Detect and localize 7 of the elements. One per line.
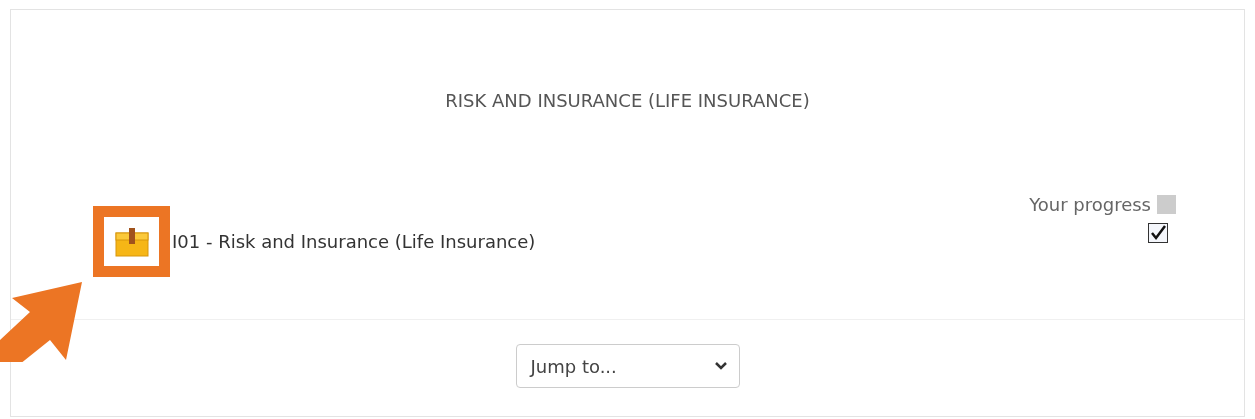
progress-label: Your progress xyxy=(1029,194,1151,215)
activity-link[interactable]: I01 - Risk and Insurance (Life Insurance) xyxy=(172,231,536,252)
completion-checkbox[interactable] xyxy=(1148,223,1168,243)
section-title: RISK AND INSURANCE (LIFE INSURANCE) xyxy=(444,89,811,113)
chevron-down-icon xyxy=(714,362,727,370)
jump-to-select[interactable]: Jump to... xyxy=(515,344,740,388)
box-icon xyxy=(114,226,149,257)
